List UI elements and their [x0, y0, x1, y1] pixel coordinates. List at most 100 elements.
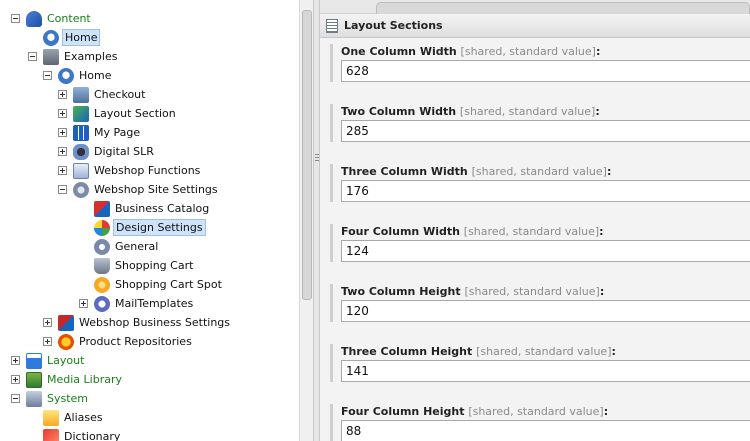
layout-icon — [26, 352, 42, 369]
tree-item-business-catalog[interactable]: Business Catalog — [94, 199, 211, 218]
tree-item-label: Design Settings — [113, 219, 206, 236]
expand-icon[interactable] — [11, 375, 20, 384]
field-input[interactable] — [341, 420, 750, 441]
field-input[interactable] — [341, 360, 750, 382]
tree-item-mailtemplates[interactable]: MailTemplates — [79, 294, 195, 313]
design-icon — [94, 219, 110, 236]
field-hint: [shared, standard value] — [471, 165, 607, 178]
field-name: Two Column Width — [341, 105, 457, 118]
tree-item-content[interactable]: Content — [11, 9, 93, 28]
tree-item-home[interactable]: Home — [43, 28, 101, 47]
splitter-grip-icon[interactable] — [315, 154, 319, 163]
content-tree[interactable]: Content Home Examples Home Checkout Layout Se… — [0, 0, 299, 441]
tree-item-label: Product Repositories — [79, 335, 192, 348]
tree-item-label: Media Library — [47, 373, 122, 386]
tree-item-design-settings[interactable]: Design Settings — [94, 218, 206, 237]
catalog-icon — [94, 200, 110, 217]
system-icon — [26, 390, 42, 407]
home-icon — [43, 29, 59, 46]
tree-item-home[interactable]: Home — [43, 66, 113, 85]
tree-item-aliases[interactable]: Aliases — [43, 408, 105, 427]
field-hint: [shared, standard value] — [476, 345, 612, 358]
field-name: One Column Width — [341, 45, 457, 58]
expand-icon[interactable] — [58, 109, 67, 118]
tree-item-my-page[interactable]: My Page — [58, 123, 142, 142]
expand-icon[interactable] — [79, 299, 88, 308]
tree-item-webshop-business-settings[interactable]: Webshop Business Settings — [43, 313, 232, 332]
field-label: Four Column Height [shared, standard val… — [341, 405, 609, 418]
section-header[interactable]: Layout Sections — [320, 14, 750, 38]
tree-item-label: Examples — [64, 50, 118, 63]
tree-item-layout-section[interactable]: Layout Section — [58, 104, 178, 123]
collapse-icon[interactable] — [43, 71, 52, 80]
field-name: Four Column Width — [341, 225, 460, 238]
pane-splitter[interactable] — [313, 0, 320, 441]
tree-item-label: Shopping Cart Spot — [115, 278, 222, 291]
tree-item-label: Webshop Business Settings — [79, 316, 231, 329]
section-list-icon — [326, 18, 338, 33]
tree-item-label: Shopping Cart — [115, 259, 194, 272]
gear-icon — [73, 181, 89, 198]
collapse-icon[interactable] — [28, 52, 37, 61]
expand-icon[interactable] — [58, 90, 67, 99]
tree-item-checkout[interactable]: Checkout — [58, 85, 147, 104]
field-label: One Column Width [shared, standard value… — [341, 45, 601, 58]
tree-item-digital-slr[interactable]: Digital SLR — [58, 142, 156, 161]
expand-icon[interactable] — [43, 318, 52, 327]
expand-icon[interactable] — [58, 166, 67, 175]
tree-item-system[interactable]: System — [11, 389, 90, 408]
expand-icon[interactable] — [43, 337, 52, 346]
field-label: Three Column Width [shared, standard val… — [341, 165, 612, 178]
tree-item-label: General — [115, 240, 159, 253]
field-four-column-width: Four Column Width [shared, standard valu… — [330, 224, 750, 262]
tree-item-webshop-functions[interactable]: Webshop Functions — [58, 161, 202, 180]
field-input[interactable] — [341, 60, 750, 82]
tree-item-product-repositories[interactable]: Product Repositories — [43, 332, 194, 351]
field-label: Two Column Width [shared, standard value… — [341, 105, 600, 118]
tree-item-shopping-cart[interactable]: Shopping Cart — [94, 256, 195, 275]
section-title: Layout Sections — [344, 19, 443, 32]
field-input[interactable] — [341, 180, 750, 202]
tree-item-label: Content — [47, 12, 91, 25]
expand-icon[interactable] — [11, 356, 20, 365]
business-icon — [58, 314, 74, 331]
tree-item-label: Digital SLR — [94, 145, 154, 158]
tree-item-media-library[interactable]: Media Library — [11, 370, 124, 389]
scrollbar-thumb[interactable] — [302, 10, 312, 300]
product-icon — [58, 333, 74, 350]
field-input[interactable] — [341, 240, 750, 262]
tree-item-general[interactable]: General — [94, 237, 160, 256]
checkout-icon — [73, 86, 89, 103]
tree-item-label: Dictionary — [64, 430, 121, 441]
field-name: Three Column Height — [341, 345, 473, 358]
examples-icon — [43, 48, 59, 65]
tree-item-layout[interactable]: Layout — [11, 351, 86, 370]
field-hint: [shared, standard value] — [459, 105, 596, 118]
tree-scrollbar[interactable] — [299, 0, 313, 441]
functions-icon — [73, 162, 89, 179]
expand-icon[interactable] — [58, 128, 67, 137]
tree-item-label: Home — [79, 69, 112, 82]
tree-item-label: Layout Section — [94, 107, 176, 120]
tree-item-webshop-site-settings[interactable]: Webshop Site Settings — [58, 180, 220, 199]
expand-icon[interactable] — [58, 147, 67, 156]
editor-tab[interactable] — [376, 2, 750, 14]
field-one-column-width: One Column Width [shared, standard value… — [330, 44, 750, 82]
tree-item-dictionary[interactable]: Dictionary — [43, 427, 122, 441]
collapse-icon[interactable] — [11, 14, 20, 23]
tree-item-shopping-cart-spot[interactable]: Shopping Cart Spot — [94, 275, 224, 294]
tree-item-label: Webshop Site Settings — [94, 183, 218, 196]
collapse-icon[interactable] — [58, 185, 67, 194]
collapse-icon[interactable] — [11, 394, 20, 403]
dictionary-icon — [43, 428, 59, 441]
tree-item-examples[interactable]: Examples — [28, 47, 119, 66]
tree-item-label: Home — [62, 29, 101, 46]
tree-item-label: Layout — [47, 354, 85, 367]
field-three-column-width: Three Column Width [shared, standard val… — [330, 164, 750, 202]
field-input[interactable] — [341, 300, 750, 322]
field-label: Three Column Height [shared, standard va… — [341, 345, 616, 358]
tree-item-label: Business Catalog — [115, 202, 210, 215]
field-hint: [shared, standard value] — [460, 45, 596, 58]
field-input[interactable] — [341, 120, 750, 142]
field-hint: [shared, standard value] — [464, 285, 600, 298]
